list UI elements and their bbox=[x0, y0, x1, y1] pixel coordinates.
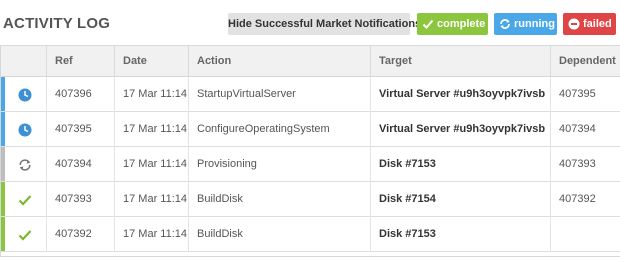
column-header-target[interactable]: Target bbox=[370, 46, 550, 76]
header: ACTIVITY LOG Hide Successful Market Noti… bbox=[0, 0, 620, 46]
dependent-cell: 407394 bbox=[550, 112, 620, 147]
dependent-cell bbox=[550, 217, 620, 252]
table-row[interactable]: 407392 17 Mar 11:14 BuildDisk Disk #7153 bbox=[1, 217, 620, 252]
status-cell bbox=[5, 112, 44, 146]
activity-table: Ref Date Action Target Dependent 407396 … bbox=[0, 45, 620, 257]
column-header-action[interactable]: Action bbox=[188, 46, 370, 76]
status-cell bbox=[5, 217, 44, 251]
ref-cell: 407396 bbox=[46, 77, 114, 112]
ref-cell: 407395 bbox=[46, 112, 114, 147]
filter-running-button[interactable]: running bbox=[494, 13, 557, 35]
filter-running-label: running bbox=[514, 18, 555, 30]
column-header-dependent[interactable]: Dependent bbox=[550, 46, 620, 76]
dependent-cell: 407395 bbox=[550, 77, 620, 112]
minus-circle-icon bbox=[568, 13, 580, 35]
date-cell: 17 Mar 11:14 bbox=[114, 77, 188, 112]
ref-cell: 407394 bbox=[46, 147, 114, 182]
date-cell: 17 Mar 11:14 bbox=[114, 112, 188, 147]
table-header: Ref Date Action Target Dependent bbox=[1, 46, 620, 77]
target-cell[interactable]: Disk #7153 bbox=[370, 147, 550, 182]
filter-complete-label: complete bbox=[437, 18, 486, 30]
ref-cell: 407393 bbox=[46, 182, 114, 217]
table-row[interactable]: 407395 17 Mar 11:14 ConfigureOperatingSy… bbox=[1, 112, 620, 147]
check-icon bbox=[422, 13, 434, 35]
target-cell[interactable]: Disk #7154 bbox=[370, 182, 550, 217]
date-cell: 17 Mar 11:14 bbox=[114, 147, 188, 182]
filter-failed-label: failed bbox=[583, 18, 612, 30]
refresh-icon bbox=[499, 13, 511, 35]
column-header-date[interactable]: Date bbox=[114, 46, 188, 76]
table-row[interactable]: 407394 17 Mar 11:14 Provisioning Disk #7… bbox=[1, 147, 620, 182]
filter-failed-button[interactable]: failed bbox=[563, 13, 616, 35]
column-header-ref[interactable]: Ref bbox=[46, 46, 114, 76]
date-cell: 17 Mar 11:14 bbox=[114, 217, 188, 252]
hide-successful-notifications-button[interactable]: Hide Successful Market Notifications bbox=[228, 13, 421, 35]
table-row[interactable]: 407396 17 Mar 11:14 StartupVirtualServer… bbox=[1, 77, 620, 112]
target-cell[interactable]: Disk #7153 bbox=[370, 217, 550, 252]
action-cell: ConfigureOperatingSystem bbox=[188, 112, 370, 147]
status-cell bbox=[5, 182, 44, 216]
dependent-cell: 407392 bbox=[550, 182, 620, 217]
action-cell: BuildDisk bbox=[188, 182, 370, 217]
filter-complete-button[interactable]: complete bbox=[417, 13, 488, 35]
dependent-cell: 407393 bbox=[550, 147, 620, 182]
target-cell[interactable]: Virtual Server #u9h3oyvpk7ivsb bbox=[370, 77, 550, 112]
column-header-status bbox=[1, 46, 45, 76]
status-cell bbox=[5, 77, 44, 111]
action-cell: Provisioning bbox=[188, 147, 370, 182]
target-cell[interactable]: Virtual Server #u9h3oyvpk7ivsb bbox=[370, 112, 550, 147]
page-title: ACTIVITY LOG bbox=[3, 15, 111, 32]
action-cell: StartupVirtualServer bbox=[188, 77, 370, 112]
date-cell: 17 Mar 11:14 bbox=[114, 182, 188, 217]
action-cell: BuildDisk bbox=[188, 217, 370, 252]
status-cell bbox=[5, 147, 44, 181]
ref-cell: 407392 bbox=[46, 217, 114, 252]
table-row[interactable]: 407393 17 Mar 11:14 BuildDisk Disk #7154… bbox=[1, 182, 620, 217]
